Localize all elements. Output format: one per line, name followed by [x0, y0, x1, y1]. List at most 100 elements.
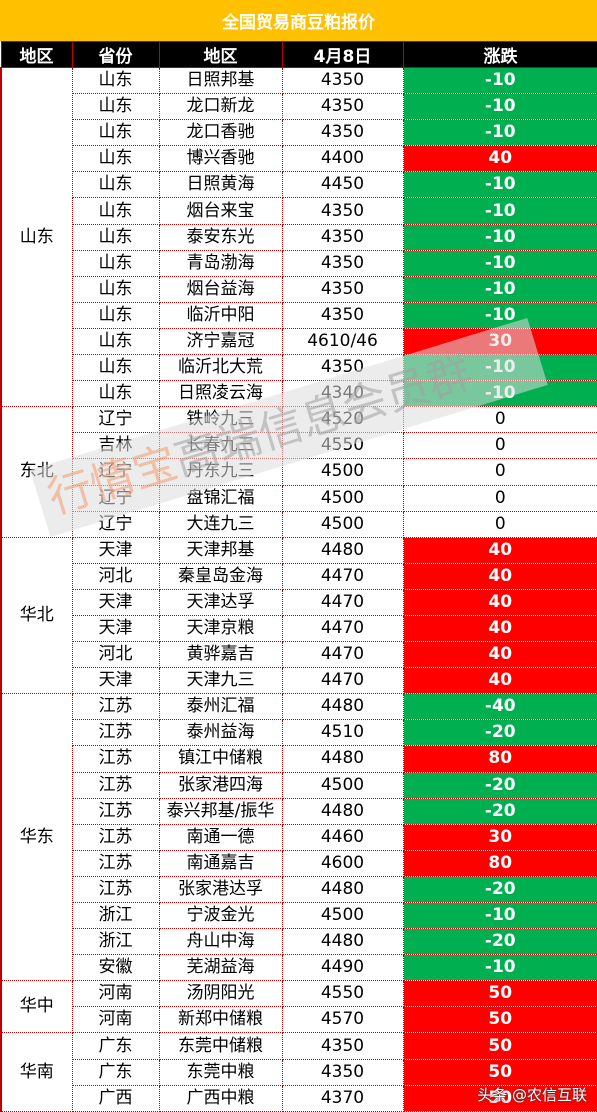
- province-cell: 山东: [71, 327, 160, 356]
- company-cell: 丹东九三: [158, 458, 283, 486]
- price-cell: 4470: [281, 614, 404, 643]
- table-row: 东北 辽宁 铁岭九三 4520 0: [0, 406, 597, 538]
- province-cell: 天津: [71, 536, 160, 564]
- company-cell: 广西中粮: [158, 1084, 283, 1112]
- table-row: 江苏 南通嘉吉 4600 80: [1, 849, 597, 877]
- province-cell: 江苏: [71, 875, 160, 904]
- table-row: 山东 烟台益海 4350 -10: [1, 275, 597, 303]
- table-row: 江苏 镇江中储粮 4480 80: [1, 745, 597, 773]
- price-cell: 4480: [281, 797, 404, 825]
- company-cell: 临沂北大荒: [158, 354, 283, 382]
- company-cell: 博兴香驰: [158, 145, 283, 173]
- price-cell: 4480: [281, 875, 404, 904]
- change-cell: -10: [402, 119, 597, 147]
- table-row: 江苏 南通一德 4460 30: [1, 823, 597, 851]
- province-cell: 江苏: [71, 849, 160, 877]
- change-cell: -10: [402, 954, 597, 982]
- company-cell: 张家港达孚: [158, 875, 283, 904]
- company-cell: 临沂中阳: [158, 301, 283, 329]
- price-cell: 4480: [281, 928, 404, 956]
- province-cell: 江苏: [71, 745, 160, 773]
- company-cell: 东莞中粮: [158, 1058, 283, 1086]
- price-cell: 4500: [281, 510, 404, 538]
- company-cell: 汤阴阳光: [158, 980, 283, 1008]
- change-cell: -10: [402, 249, 597, 277]
- change-cell: 40: [402, 614, 597, 643]
- price-cell: 4400: [281, 145, 404, 173]
- change-cell: 40: [402, 588, 597, 616]
- table-row: 江苏 泰州益海 4510 -20: [1, 719, 597, 747]
- province-cell: 山东: [71, 145, 160, 173]
- province-cell: 山东: [71, 275, 160, 303]
- price-cell: 4480: [281, 536, 404, 564]
- price-cell: 4350: [281, 301, 404, 329]
- region-cell: 华北: [0, 536, 73, 695]
- table-row: 河北 秦皇岛金海 4470 40: [1, 562, 597, 590]
- change-cell: 50: [402, 1058, 597, 1086]
- change-cell: 0: [402, 432, 597, 460]
- change-cell: -10: [402, 354, 597, 382]
- price-cell: 4340: [281, 380, 404, 408]
- company-cell: 天津京粮: [158, 614, 283, 643]
- change-cell: 0: [402, 458, 597, 486]
- price-cell: 4500: [281, 484, 404, 512]
- change-cell: -40: [402, 693, 597, 721]
- region-cell: 华中: [0, 980, 73, 1034]
- header-region: 地区: [0, 41, 73, 68]
- table-row: 广东 东莞中粮 4350 50: [1, 1058, 597, 1086]
- province-cell: 浙江: [71, 901, 160, 930]
- price-cell: 4350: [281, 119, 404, 147]
- change-cell: 0: [402, 406, 597, 434]
- price-cell: 4500: [281, 458, 404, 486]
- company-cell: 济宁嘉冠: [158, 327, 283, 356]
- company-cell: 铁岭九三: [158, 406, 283, 434]
- table-row: 山东 青岛渤海 4350 -10: [1, 249, 597, 277]
- price-cell: 4350: [281, 66, 404, 95]
- price-cell: 4600: [281, 849, 404, 877]
- province-cell: 山东: [71, 354, 160, 382]
- table-row: 山东 龙口新龙 4350 -10: [1, 93, 597, 121]
- company-cell: 天津邦基: [158, 536, 283, 564]
- change-cell: 40: [402, 667, 597, 695]
- change-cell: -10: [402, 93, 597, 121]
- change-cell: -20: [402, 928, 597, 956]
- price-cell: 4350: [281, 1058, 404, 1086]
- province-cell: 江苏: [71, 771, 160, 799]
- company-cell: 泰安东光: [158, 223, 283, 251]
- province-cell: 山东: [71, 223, 160, 251]
- price-cell: 4480: [281, 745, 404, 773]
- province-cell: 山东: [71, 171, 160, 199]
- price-cell: 4550: [281, 980, 404, 1008]
- table-row: 华东 江苏 泰州汇福 4480 -40: [0, 693, 597, 982]
- province-cell: 江苏: [71, 693, 160, 721]
- price-cell: 4510: [281, 719, 404, 747]
- price-cell: 4610/46: [281, 327, 404, 356]
- table-row: 山东 临沂北大荒 4350 -10: [1, 354, 597, 382]
- company-cell: 舟山中海: [158, 928, 283, 956]
- company-cell: 日照凌云海: [158, 380, 283, 408]
- province-cell: 安徽: [71, 954, 160, 982]
- province-cell: 吉林: [71, 432, 160, 460]
- region-cell: 山东: [0, 66, 73, 408]
- province-cell: 山东: [71, 119, 160, 147]
- table-row: 安徽 芜湖益海 4490 -10: [1, 954, 597, 982]
- province-cell: 天津: [71, 588, 160, 616]
- price-cell: 4350: [281, 249, 404, 277]
- province-cell: 山东: [71, 66, 160, 95]
- table-row: 华南 广东 东莞中储粮 4350 50: [0, 1032, 597, 1112]
- table-row: 浙江 宁波金光 4500 -10: [1, 901, 597, 930]
- change-cell: -10: [402, 301, 597, 329]
- price-cell: 4550: [281, 432, 404, 460]
- table-row: 天津 天津九三 4470 40: [1, 667, 597, 695]
- change-cell: 40: [402, 145, 597, 173]
- price-cell: 4450: [281, 171, 404, 199]
- region-cell: 华南: [0, 1032, 73, 1112]
- change-cell: 50: [402, 1006, 597, 1034]
- company-cell: 南通一德: [158, 823, 283, 851]
- price-cell: 4460: [281, 823, 404, 851]
- company-cell: 盘锦汇福: [158, 484, 283, 512]
- table-row: 天津 天津京粮 4470 40: [1, 614, 597, 643]
- company-cell: 泰兴邦基/振华: [158, 797, 283, 825]
- province-cell: 江苏: [71, 719, 160, 747]
- company-cell: 东莞中储粮: [158, 1032, 283, 1060]
